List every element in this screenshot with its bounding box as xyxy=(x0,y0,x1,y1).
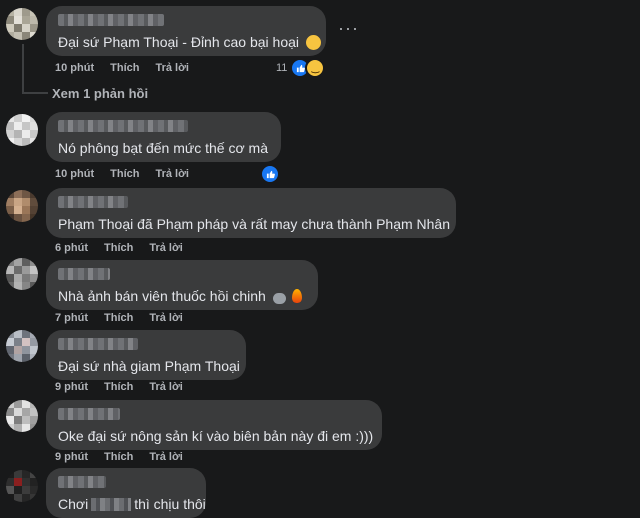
commenter-name[interactable] xyxy=(58,196,128,208)
commenter-name[interactable] xyxy=(58,476,106,488)
redacted-name xyxy=(91,498,132,511)
comment-bubble[interactable]: Phạm Thoại đã Phạm pháp và rất may chưa … xyxy=(46,188,456,238)
reply-link[interactable]: Trả lời xyxy=(149,312,183,324)
avatar[interactable] xyxy=(6,258,38,290)
fire-emoji-icon xyxy=(291,289,302,303)
comment-time[interactable]: 10 phút xyxy=(55,168,94,180)
comment-text: Nó phông bạt đến mức thế cơ mà xyxy=(58,140,268,156)
comment-text: Phạm Thoại đã Phạm pháp và rất may chưa … xyxy=(58,216,451,232)
comment-bubble[interactable]: Nó phông bạt đến mức thế cơ mà xyxy=(46,112,281,162)
like-link[interactable]: Thích xyxy=(104,242,133,254)
comment-bubble[interactable]: Đại sứ Phạm Thoại - Đỉnh cao bại hoại xyxy=(46,6,326,56)
comment-text: Đại sứ Phạm Thoại - Đỉnh cao bại hoại xyxy=(58,34,300,50)
comment-actions: 10 phút Thích Trả lời xyxy=(55,168,205,180)
avatar[interactable] xyxy=(6,470,38,502)
reaction-summary[interactable]: 11 ‿ xyxy=(276,58,326,78)
reply-link[interactable]: Trả lời xyxy=(155,168,189,180)
commenter-name[interactable] xyxy=(58,408,120,420)
thread-connector xyxy=(22,92,48,94)
more-options-icon[interactable]: ··· xyxy=(338,18,359,39)
comment-bubble[interactable]: Đại sứ nhà giam Phạm Thoại xyxy=(46,330,246,380)
avatar[interactable] xyxy=(6,190,38,222)
comment-text: Nhà ảnh bán viên thuốc hồi chinh xyxy=(58,288,266,304)
reaction-summary[interactable] xyxy=(260,164,280,184)
confused-emoji-icon xyxy=(305,35,321,50)
comment-time[interactable]: 10 phút xyxy=(55,62,94,74)
avatar[interactable] xyxy=(6,330,38,362)
haha-reaction-icon: ‿ xyxy=(305,58,326,78)
like-link[interactable]: Thích xyxy=(104,381,133,393)
commenter-name[interactable] xyxy=(58,120,188,132)
commenter-name[interactable] xyxy=(58,268,110,280)
comment-bubble[interactable]: Nhà ảnh bán viên thuốc hồi chinh xyxy=(46,260,318,310)
comment-actions: 10 phút Thích Trả lời xyxy=(55,62,205,74)
dash-emoji-icon xyxy=(272,293,286,304)
comment-bubble[interactable]: Oke đại sứ nông sản kí vào biên bản này … xyxy=(46,400,382,450)
comment-text-end: thì chịu thôi xyxy=(134,496,206,512)
comment-text-start: Chơi xyxy=(58,496,89,512)
comment-time[interactable]: 9 phút xyxy=(55,451,88,463)
comment-time[interactable]: 6 phút xyxy=(55,242,88,254)
comment-actions: 9 phút Thích Trả lời xyxy=(55,381,199,393)
like-link[interactable]: Thích xyxy=(110,168,139,180)
comment-time[interactable]: 9 phút xyxy=(55,381,88,393)
comment-actions: 6 phút Thích Trả lời xyxy=(55,242,199,254)
comment-bubble[interactable]: Chơi thì chịu thôi xyxy=(46,468,206,518)
comment-actions: 7 phút Thích Trả lời xyxy=(55,312,199,324)
like-link[interactable]: Thích xyxy=(104,312,133,324)
like-link[interactable]: Thích xyxy=(104,451,133,463)
avatar[interactable] xyxy=(6,8,38,40)
reaction-count: 11 xyxy=(276,62,288,74)
reply-link[interactable]: Trả lời xyxy=(149,381,183,393)
like-reaction-icon xyxy=(260,164,280,184)
like-link[interactable]: Thích xyxy=(110,62,139,74)
reply-link[interactable]: Trả lời xyxy=(155,62,189,74)
commenter-name[interactable] xyxy=(58,14,164,26)
commenter-name[interactable] xyxy=(58,338,138,350)
comment-text: Oke đại sứ nông sản kí vào biên bản này … xyxy=(58,428,374,444)
reply-link[interactable]: Trả lời xyxy=(149,451,183,463)
comment-text: Đại sứ nhà giam Phạm Thoại xyxy=(58,358,240,374)
comment-time[interactable]: 7 phút xyxy=(55,312,88,324)
view-replies-link[interactable]: Xem 1 phản hồi xyxy=(52,86,148,101)
comment-actions: 9 phút Thích Trả lời xyxy=(55,451,199,463)
thread-line xyxy=(22,44,24,92)
avatar[interactable] xyxy=(6,114,38,146)
reply-link[interactable]: Trả lời xyxy=(149,242,183,254)
avatar[interactable] xyxy=(6,400,38,432)
